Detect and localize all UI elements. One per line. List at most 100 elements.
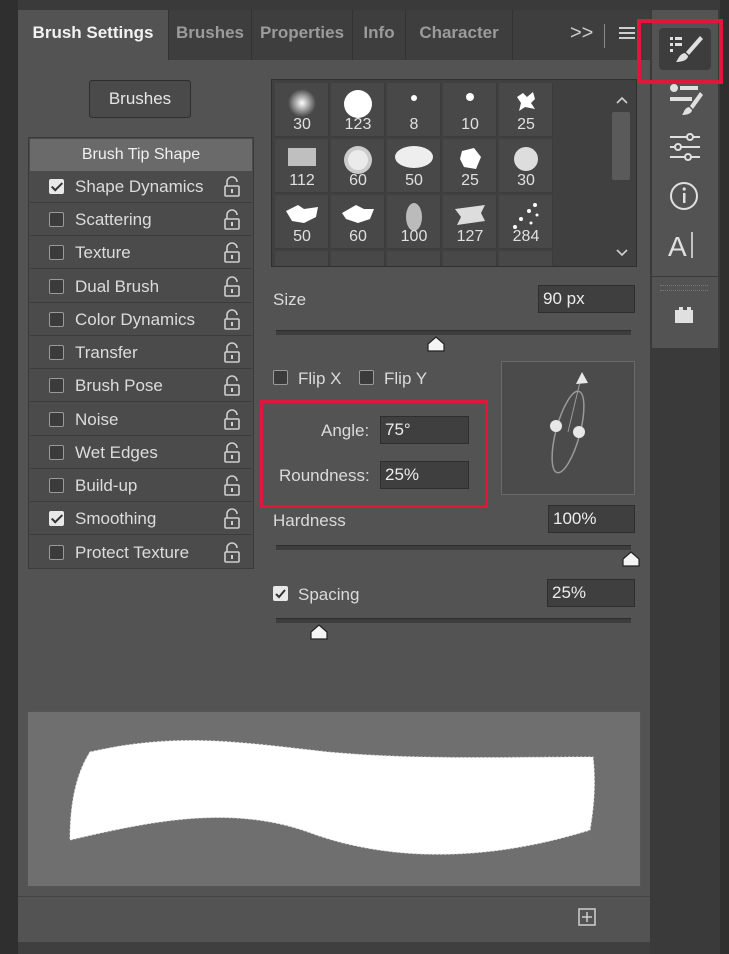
brush-preset-thumb[interactable]: 100 [387, 195, 441, 249]
roundness-input[interactable]: 25% [380, 461, 469, 489]
hardness-input[interactable]: 100% [548, 505, 635, 533]
lock-icon[interactable] [222, 375, 242, 397]
scroll-down-icon[interactable] [616, 244, 628, 260]
brush-preset-thumb[interactable] [499, 251, 553, 266]
spacing-slider-track[interactable] [276, 618, 631, 623]
brush-preset-thumb[interactable]: 50 [275, 195, 329, 249]
tab-brushes[interactable]: Brushes [169, 10, 252, 60]
option-checkbox[interactable] [49, 212, 64, 227]
flip-x-checkbox[interactable] [273, 370, 288, 385]
lock-icon[interactable] [222, 209, 242, 231]
option-build-up[interactable]: Build-up [30, 470, 252, 502]
size-slider-track[interactable] [276, 330, 631, 335]
brush-preset-thumb[interactable]: 30 [275, 83, 329, 137]
brush-tip-icon [465, 89, 475, 107]
brush-preset-thumb[interactable]: 112 [275, 139, 329, 193]
option-label: Protect Texture [75, 543, 190, 562]
option-checkbox[interactable] [49, 179, 64, 194]
option-wet-edges[interactable]: Wet Edges [30, 437, 252, 469]
hardness-label: Hardness [273, 511, 346, 530]
option-brush-tip-shape[interactable]: Brush Tip Shape [30, 139, 252, 171]
option-transfer[interactable]: Transfer [30, 337, 252, 369]
option-checkbox[interactable] [49, 279, 64, 294]
brush-preset-thumb[interactable]: 10 [443, 83, 497, 137]
option-checkbox[interactable] [49, 545, 64, 560]
lock-icon[interactable] [222, 475, 242, 497]
option-checkbox[interactable] [49, 378, 64, 393]
spacing-checkbox[interactable] [273, 586, 288, 601]
properties-icon[interactable] [664, 128, 706, 166]
brush-preset-thumb[interactable]: 60 [331, 139, 385, 193]
angle-label: Angle: [321, 421, 370, 440]
brush-preset-thumb[interactable]: 60 [331, 195, 385, 249]
scroll-up-icon[interactable] [616, 91, 628, 107]
brush-preset-thumb[interactable] [387, 251, 441, 266]
option-checkbox[interactable] [49, 312, 64, 327]
create-new-brush-icon[interactable] [577, 907, 597, 927]
brush-preset-thumb[interactable] [331, 251, 385, 266]
lock-icon[interactable] [222, 342, 242, 364]
size-slider-handle[interactable] [427, 336, 445, 352]
brush-tip-angle-preview[interactable] [501, 361, 635, 495]
hardness-slider-handle[interactable] [622, 551, 640, 567]
option-noise[interactable]: Noise [30, 404, 252, 436]
info-icon[interactable] [664, 177, 706, 215]
option-color-dynamics[interactable]: Color Dynamics [30, 304, 252, 336]
lock-icon[interactable] [222, 542, 242, 564]
brush-preset-thumb[interactable] [443, 251, 497, 266]
brush-preset-thumb[interactable] [275, 251, 329, 266]
brushes-button[interactable]: Brushes [89, 80, 191, 118]
tab-brush-settings[interactable]: Brush Settings [18, 10, 169, 60]
brush-size-label: 25 [461, 172, 479, 189]
option-checkbox[interactable] [49, 345, 64, 360]
lock-icon[interactable] [222, 276, 242, 298]
brushes-icon[interactable] [664, 80, 706, 118]
lock-icon[interactable] [222, 508, 242, 530]
tab-character[interactable]: Character [406, 10, 513, 60]
brush-preset-thumb[interactable]: 50 [387, 139, 441, 193]
option-scattering[interactable]: Scattering [30, 204, 252, 236]
lock-icon[interactable] [222, 309, 242, 331]
panel-resize-grip[interactable] [18, 942, 650, 954]
preset-scroll-thumb[interactable] [612, 112, 630, 180]
lock-icon[interactable] [222, 176, 242, 198]
spacing-input[interactable]: 25% [547, 579, 635, 607]
option-checkbox[interactable] [49, 478, 64, 493]
option-protect-texture[interactable]: Protect Texture [30, 537, 252, 569]
flip-y-checkbox[interactable] [359, 370, 374, 385]
angle-input[interactable]: 75° [380, 416, 469, 444]
plugin-icon[interactable] [664, 300, 706, 338]
option-shape-dynamics[interactable]: Shape Dynamics [30, 171, 252, 203]
brush-preset-thumb[interactable]: 127 [443, 195, 497, 249]
tab-properties[interactable]: Properties [252, 10, 353, 60]
spacing-slider-handle[interactable] [309, 624, 328, 640]
brush-preset-thumb[interactable]: 25 [443, 139, 497, 193]
option-brush-pose[interactable]: Brush Pose [30, 370, 252, 402]
size-input[interactable]: 90 px [538, 285, 635, 313]
lock-icon[interactable] [222, 242, 242, 264]
brush-preset-thumb[interactable]: 8 [387, 83, 441, 137]
brush-preset-thumb[interactable]: 30 [499, 139, 553, 193]
option-label: Build-up [75, 476, 138, 495]
option-texture[interactable]: Texture [30, 237, 252, 269]
option-checkbox[interactable] [49, 245, 64, 260]
option-checkbox[interactable] [49, 445, 64, 460]
lock-icon[interactable] [222, 409, 242, 431]
panel-menu-icon[interactable] [618, 24, 636, 48]
hardness-slider-track[interactable] [276, 545, 631, 550]
brush-preset-thumb[interactable]: 284 [499, 195, 553, 249]
brush-preset-thumb[interactable]: 123 [331, 83, 385, 137]
brush-tip-icon [410, 89, 418, 107]
option-label: Brush Pose [75, 376, 163, 395]
option-label: Transfer [75, 343, 138, 362]
tab-overflow-button[interactable]: >> [570, 22, 593, 45]
brush-preset-thumb[interactable]: 25 [499, 83, 553, 137]
option-dual-brush[interactable]: Dual Brush [30, 271, 252, 303]
option-checkbox[interactable] [49, 511, 64, 526]
lock-icon[interactable] [222, 442, 242, 464]
character-icon[interactable]: A [664, 226, 706, 264]
tab-info[interactable]: Info [353, 10, 406, 60]
option-smoothing[interactable]: Smoothing [30, 503, 252, 535]
option-checkbox[interactable] [49, 412, 64, 427]
dock-group-grip[interactable] [660, 285, 708, 291]
